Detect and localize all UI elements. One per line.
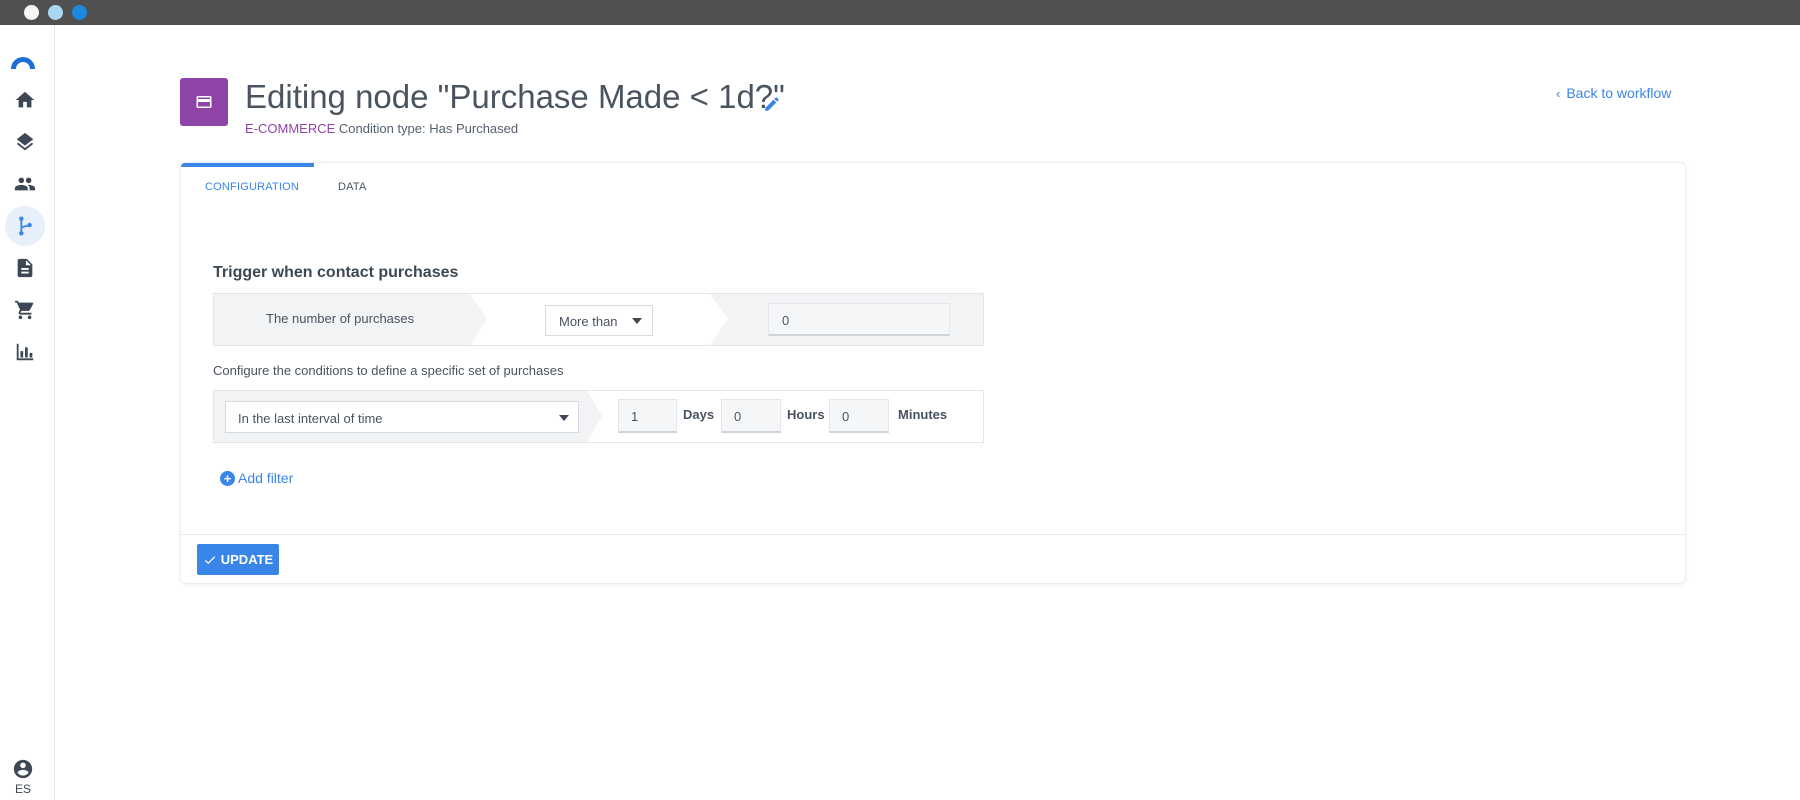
plus-circle-icon: + bbox=[220, 470, 235, 486]
edit-title-icon[interactable] bbox=[763, 95, 781, 113]
conditions-helper-text: Configure the conditions to define a spe… bbox=[213, 363, 564, 378]
user-avatar-icon[interactable] bbox=[12, 758, 34, 780]
interval-select[interactable]: In the last interval of time bbox=[225, 401, 579, 433]
card-divider bbox=[181, 534, 1685, 535]
window-maximize-button[interactable] bbox=[72, 5, 87, 20]
window-minimize-button[interactable] bbox=[48, 5, 63, 20]
user-language: ES bbox=[14, 782, 31, 796]
hours-label: Hours bbox=[787, 407, 825, 422]
active-tab-indicator bbox=[181, 163, 314, 167]
back-to-workflow-link[interactable]: ‹ Back to workflow bbox=[1556, 85, 1671, 101]
sidebar-item-layers[interactable] bbox=[5, 122, 45, 162]
back-link-label: Back to workflow bbox=[1566, 85, 1672, 101]
trigger-condition-row: The number of purchases More than 0 bbox=[213, 293, 984, 346]
app-logo-icon[interactable] bbox=[8, 45, 38, 75]
interval-select-value: In the last interval of time bbox=[238, 411, 383, 426]
sidebar-item-reports[interactable] bbox=[5, 332, 45, 372]
minutes-label: Minutes bbox=[898, 407, 948, 422]
add-filter-button[interactable]: + Add filter bbox=[220, 470, 293, 486]
trigger-section-title: Trigger when contact purchases bbox=[213, 264, 459, 281]
days-label: Days bbox=[683, 407, 715, 422]
hours-input[interactable]: 0 bbox=[721, 399, 781, 433]
sidebar-item-home[interactable] bbox=[5, 80, 45, 120]
window-titlebar bbox=[0, 0, 1800, 25]
interval-condition-row: In the last interval of time 1 Days 0 Ho… bbox=[213, 390, 984, 443]
people-icon bbox=[14, 177, 36, 191]
cart-icon bbox=[14, 300, 34, 320]
sidebar-item-ecommerce[interactable] bbox=[5, 290, 45, 330]
node-type-icon bbox=[180, 78, 228, 126]
sidebar-item-documents[interactable] bbox=[5, 248, 45, 288]
metric-label: The number of purchases bbox=[266, 311, 415, 326]
dropdown-caret-icon bbox=[632, 318, 642, 324]
page-title: Editing node "Purchase Made < 1d?" bbox=[245, 78, 785, 115]
node-editor-card: CONFIGURATION DATA Trigger when contact … bbox=[180, 162, 1686, 584]
update-button-label: UPDATE bbox=[220, 552, 274, 567]
home-icon bbox=[15, 91, 35, 108]
comparator-select[interactable]: More than bbox=[545, 305, 653, 336]
tab-data[interactable]: DATA bbox=[338, 181, 367, 193]
node-category: E-COMMERCE bbox=[245, 121, 336, 136]
layers-icon bbox=[16, 132, 34, 151]
purchase-count-input[interactable]: 0 bbox=[768, 303, 950, 336]
update-button[interactable]: UPDATE bbox=[197, 544, 279, 575]
sidebar-item-workflows[interactable] bbox=[5, 206, 45, 246]
comparator-value: More than bbox=[559, 314, 618, 329]
minutes-input[interactable]: 0 bbox=[829, 399, 889, 433]
node-subtitle: E-COMMERCE Condition type: Has Purchased bbox=[245, 121, 518, 136]
days-input[interactable]: 1 bbox=[618, 399, 677, 433]
dropdown-caret-icon bbox=[559, 415, 569, 421]
bar-chart-icon bbox=[16, 343, 34, 361]
sidebar-item-contacts[interactable] bbox=[5, 164, 45, 204]
condition-type: Condition type: Has Purchased bbox=[338, 121, 519, 136]
sidebar: ES bbox=[0, 25, 55, 800]
add-filter-label: Add filter bbox=[238, 470, 294, 486]
checkmark-icon bbox=[204, 555, 215, 564]
window-close-button[interactable] bbox=[24, 5, 39, 20]
credit-card-icon bbox=[196, 96, 212, 108]
chevron-left-icon: ‹ bbox=[1556, 86, 1561, 101]
document-icon bbox=[17, 258, 33, 278]
workflow-branch-icon bbox=[19, 216, 32, 236]
tab-configuration[interactable]: CONFIGURATION bbox=[205, 181, 299, 193]
